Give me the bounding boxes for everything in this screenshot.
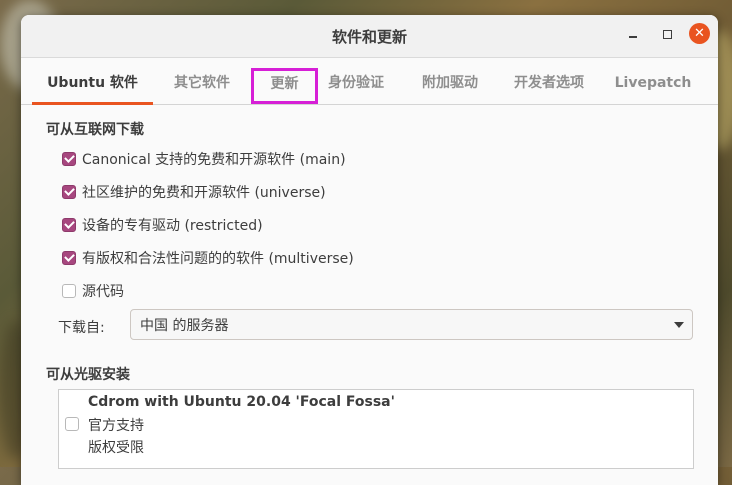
- tab-additional-drivers[interactable]: 附加驱动: [414, 68, 486, 102]
- checkbox-multiverse[interactable]: [62, 251, 76, 265]
- tab-developer-options[interactable]: 开发者选项: [507, 68, 591, 102]
- server-select-value: 中国 的服务器: [140, 317, 229, 334]
- option-universe-label: 社区维护的免费和开源软件 (universe): [82, 185, 326, 201]
- tab-bar: Ubuntu 软件 其它软件 更新 身份验证 附加驱动 开发者选项 Livepa…: [21, 68, 718, 105]
- tab-authentication[interactable]: 身份验证: [324, 68, 388, 102]
- tab-updates[interactable]: 更新: [251, 68, 318, 104]
- option-restricted-label: 设备的专有驱动 (restricted): [82, 218, 263, 234]
- close-icon[interactable]: ✕: [689, 23, 710, 44]
- window-title: 软件和更新: [331, 27, 407, 46]
- maximize-icon[interactable]: [659, 24, 675, 44]
- tab-ubuntu-software[interactable]: Ubuntu 软件: [32, 68, 153, 105]
- checkbox-source-code[interactable]: [62, 284, 76, 298]
- checkbox-restricted[interactable]: [62, 218, 76, 232]
- checkbox-main[interactable]: [62, 152, 76, 166]
- option-source-code[interactable]: 源代码: [62, 281, 124, 301]
- option-restricted[interactable]: 设备的专有驱动 (restricted): [62, 215, 263, 235]
- tab-other-software[interactable]: 其它软件: [167, 68, 237, 102]
- checkbox-universe[interactable]: [62, 185, 76, 199]
- server-select[interactable]: 中国 的服务器: [130, 309, 693, 340]
- option-universe[interactable]: 社区维护的免费和开源软件 (universe): [62, 182, 326, 202]
- chevron-down-icon: [674, 322, 684, 328]
- cdrom-support: 官方支持: [88, 418, 144, 434]
- option-main-label: Canonical 支持的免费和开源软件 (main): [82, 152, 346, 168]
- option-multiverse-label: 有版权和合法性问题的的软件 (multiverse): [82, 251, 354, 267]
- option-multiverse[interactable]: 有版权和合法性问题的的软件 (multiverse): [62, 248, 354, 268]
- download-from-label: 下载自:: [58, 320, 105, 336]
- checkbox-cdrom[interactable]: [65, 417, 79, 431]
- minimize-icon[interactable]: [625, 24, 641, 44]
- option-main[interactable]: Canonical 支持的免费和开源软件 (main): [62, 149, 346, 169]
- software-updates-window: 软件和更新 ✕ Ubuntu 软件 其它软件 更新 身份验证 附加驱动 开发者选…: [21, 15, 718, 485]
- cdrom-section-heading: 可从光驱安装: [46, 367, 130, 383]
- cdrom-list: Cdrom with Ubuntu 20.04 'Focal Fossa' 官方…: [58, 389, 694, 469]
- cdrom-copyright: 版权受限: [88, 440, 144, 456]
- option-source-code-label: 源代码: [82, 284, 124, 300]
- cdrom-name: Cdrom with Ubuntu 20.04 'Focal Fossa': [88, 394, 395, 410]
- tab-livepatch[interactable]: Livepatch: [613, 68, 693, 102]
- titlebar[interactable]: 软件和更新 ✕: [21, 15, 718, 58]
- internet-section-heading: 可从互联网下载: [46, 122, 144, 138]
